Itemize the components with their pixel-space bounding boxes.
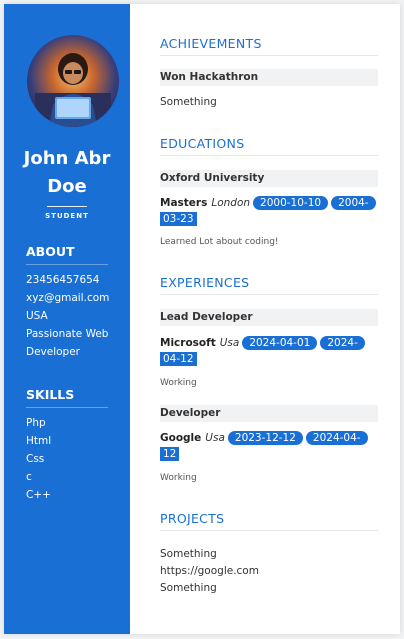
sidebar: John Abr Doe STUDENT ABOUT 23456457654 x…: [4, 4, 130, 634]
profile-name-first: John Abr: [23, 148, 111, 169]
about-email: xyz@gmail.com: [26, 292, 110, 304]
about-country: USA: [26, 310, 48, 322]
education-institution: Oxford University: [160, 170, 378, 187]
experience-role: Developer: [160, 405, 378, 422]
project-line: Something: [160, 548, 217, 560]
experience-meta: Google Usa 2023-12-12 2024-04- 12: [160, 430, 378, 462]
experience-description: Working: [160, 473, 197, 483]
experience-start-date: 2024-04-01: [242, 336, 318, 350]
experience-end-date-cont: 12: [160, 447, 180, 461]
education-start-date: 2000-10-10: [253, 196, 329, 210]
experiences-heading: EXPERIENCES: [160, 275, 250, 290]
projects-list: Something https://google.com Something: [160, 546, 259, 597]
experience-location: Usa: [205, 432, 225, 444]
profile-role: STUDENT: [45, 212, 89, 220]
experience-description: Working: [160, 378, 197, 388]
achievements-heading: ACHIEVEMENTS: [160, 36, 262, 51]
about-bio-line1: Passionate Web: [26, 328, 109, 340]
educations-divider: [160, 155, 378, 156]
avatar: [27, 35, 119, 127]
experience-meta: Microsoft Usa 2024-04-01 2024- 04-12: [160, 335, 378, 367]
education-degree: Masters: [160, 197, 208, 209]
experience-end-date-cont: 04-12: [160, 352, 197, 366]
skills-divider: [26, 407, 108, 408]
education-location: London: [211, 197, 251, 209]
experience-role: Lead Developer: [160, 309, 378, 326]
projects-divider: [160, 530, 378, 531]
educations-heading: EDUCATIONS: [160, 136, 245, 151]
skills-heading: SKILLS: [26, 387, 75, 402]
project-link[interactable]: https://google.com: [160, 563, 259, 580]
experiences-divider: [160, 294, 378, 295]
projects-heading: PROJECTS: [160, 511, 225, 526]
experience-end-date: 2024-: [320, 336, 365, 350]
skill-item: C++: [26, 489, 51, 501]
education-end-date-cont: 03-23: [160, 212, 197, 226]
skill-item: c: [26, 471, 32, 483]
about-divider: [26, 264, 108, 265]
education-end-date: 2004-: [331, 196, 376, 210]
skill-item: Css: [26, 453, 45, 465]
project-line: Something: [160, 582, 217, 594]
education-description: Learned Lot about coding!: [160, 237, 279, 247]
avatar-image: [27, 35, 119, 127]
experience-company: Google: [160, 432, 202, 444]
achievement-title: Won Hackathron: [160, 69, 378, 86]
experience-end-date: 2024-04-: [305, 431, 368, 445]
education-meta: Masters London 2000-10-10 2004- 03-23: [160, 195, 378, 227]
achievements-divider: [160, 55, 378, 56]
about-phone: 23456457654: [26, 274, 100, 286]
profile-name-last: Doe: [47, 176, 87, 197]
experience-company: Microsoft: [160, 337, 216, 349]
main-content: ACHIEVEMENTS Won Hackathron Something ED…: [160, 0, 378, 639]
achievement-description: Something: [160, 96, 217, 108]
about-bio-line2: Developer: [26, 346, 81, 358]
experience-location: Usa: [219, 337, 240, 349]
experience-start-date: 2023-12-12: [227, 431, 303, 445]
about-heading: ABOUT: [26, 244, 75, 259]
skill-item: Php: [26, 417, 46, 429]
name-divider: [47, 206, 87, 207]
about-list: 23456457654 xyz@gmail.com USA Passionate…: [26, 271, 126, 361]
skills-list: Php Html Css c C++: [26, 414, 126, 504]
skill-item: Html: [26, 435, 52, 447]
